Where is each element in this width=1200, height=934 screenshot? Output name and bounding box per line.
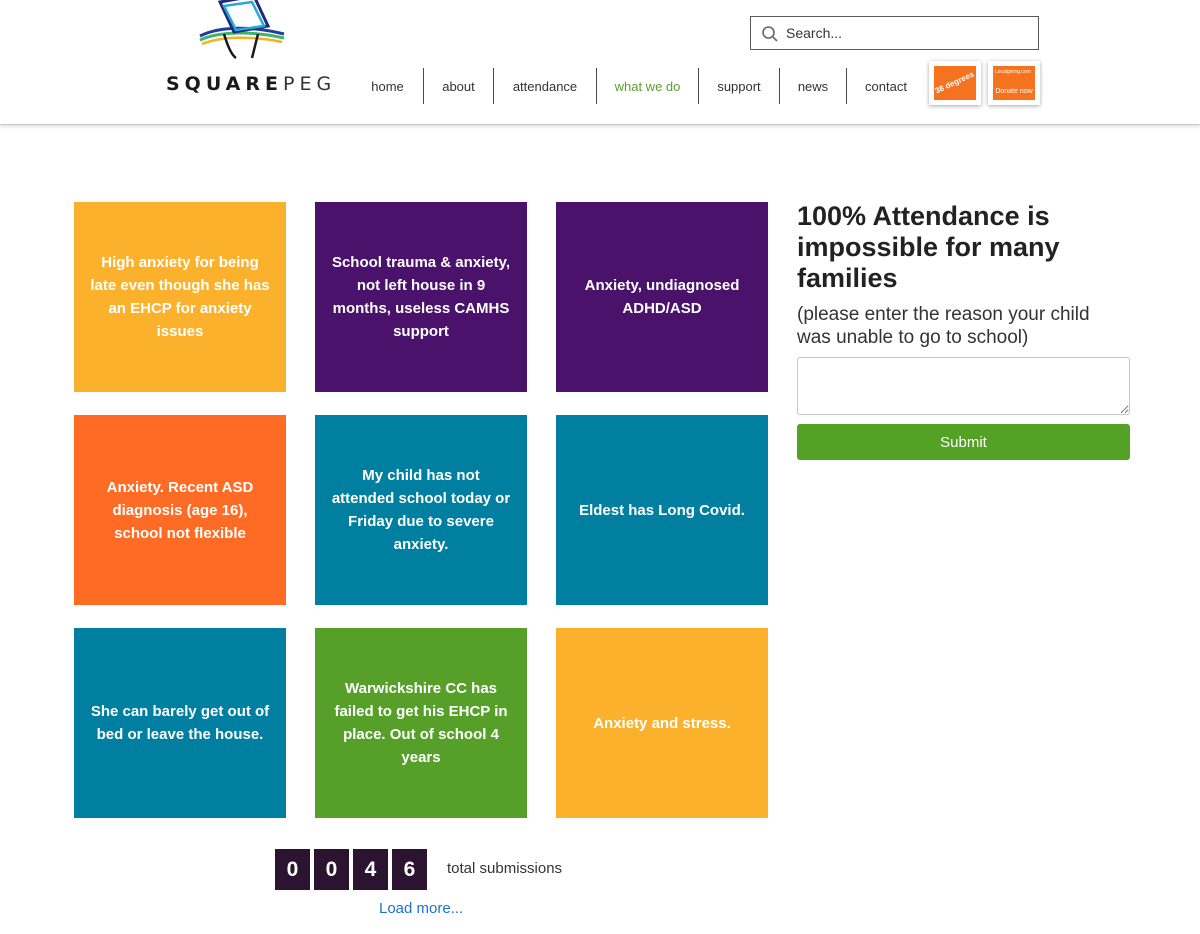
card-text: Anxiety, undiagnosed ADHD/ASD [584,277,740,317]
reason-input[interactable] [797,357,1130,415]
card-text: She can barely get out of bed or leave t… [90,703,270,743]
card-text: High anxiety for being late even though … [90,254,270,340]
counter-digit: 4 [353,849,388,890]
nav-home[interactable]: home [352,68,424,104]
submission-card[interactable]: School trauma & anxiety, not left house … [315,202,527,392]
donate-badge-image: Localgiving.com Donate now [993,66,1035,100]
nav-contact[interactable]: contact [847,68,925,104]
nav-support[interactable]: support [699,68,780,104]
form-subtitle: (please enter the reason your child was … [797,304,1090,348]
card-text: Eldest has Long Covid. [579,501,745,519]
submission-card[interactable]: Anxiety. Recent ASD diagnosis (age 16), … [74,415,286,605]
site-header: SQUAREPEG home about attendance what we … [0,0,1200,125]
logo-wordmark[interactable]: SQUAREPEG [166,73,336,95]
form-title: 100% Attendance is impossible for many f… [797,201,1060,293]
submission-card[interactable]: High anxiety for being late even though … [74,202,286,392]
donate-badge-provider: Localgiving.com [995,69,1031,75]
search-input[interactable] [786,20,1026,46]
petition-badge-text: 38 degrees [934,69,976,96]
card-text: School trauma & anxiety, not left house … [331,254,511,340]
card-text: Anxiety and stress. [593,714,731,732]
load-more-link[interactable]: Load more... [379,900,463,917]
donate-badge[interactable]: Localgiving.com Donate now [988,61,1040,105]
petition-badge[interactable]: 38 degrees [929,61,981,105]
card-text: My child has not attended school today o… [331,467,511,553]
donate-badge-label: Donate now [995,88,1033,96]
submission-card[interactable]: Anxiety and stress. [556,628,768,818]
submission-card[interactable]: Eldest has Long Covid. [556,415,768,605]
card-text: Warwickshire CC has failed to get his EH… [334,680,508,766]
counter-digit: 0 [314,849,349,890]
search-icon[interactable] [761,25,779,43]
search-box[interactable] [750,16,1039,50]
submit-button[interactable]: Submit [797,424,1130,460]
counter-digit: 0 [275,849,310,890]
counter-label: total submissions [447,860,563,877]
logo-text-peg: PEG [283,73,337,95]
counter-digit: 6 [392,849,427,890]
submission-card[interactable]: She can barely get out of bed or leave t… [74,628,286,818]
submission-card[interactable]: Warwickshire CC has failed to get his EH… [315,628,527,818]
petition-badge-image: 38 degrees [934,66,976,100]
main-nav: home about attendance what we do support… [352,68,925,104]
logo-text-square: SQUARE [166,73,283,95]
card-text: Anxiety. Recent ASD diagnosis (age 16), … [106,478,254,542]
square-peg-logo-icon[interactable] [196,0,288,62]
submission-card[interactable]: Anxiety, undiagnosed ADHD/ASD [556,202,768,392]
nav-attendance[interactable]: attendance [494,68,597,104]
submission-card[interactable]: My child has not attended school today o… [315,415,527,605]
nav-what-we-do[interactable]: what we do [597,68,699,104]
nav-news[interactable]: news [780,68,847,104]
nav-about[interactable]: about [424,68,494,104]
